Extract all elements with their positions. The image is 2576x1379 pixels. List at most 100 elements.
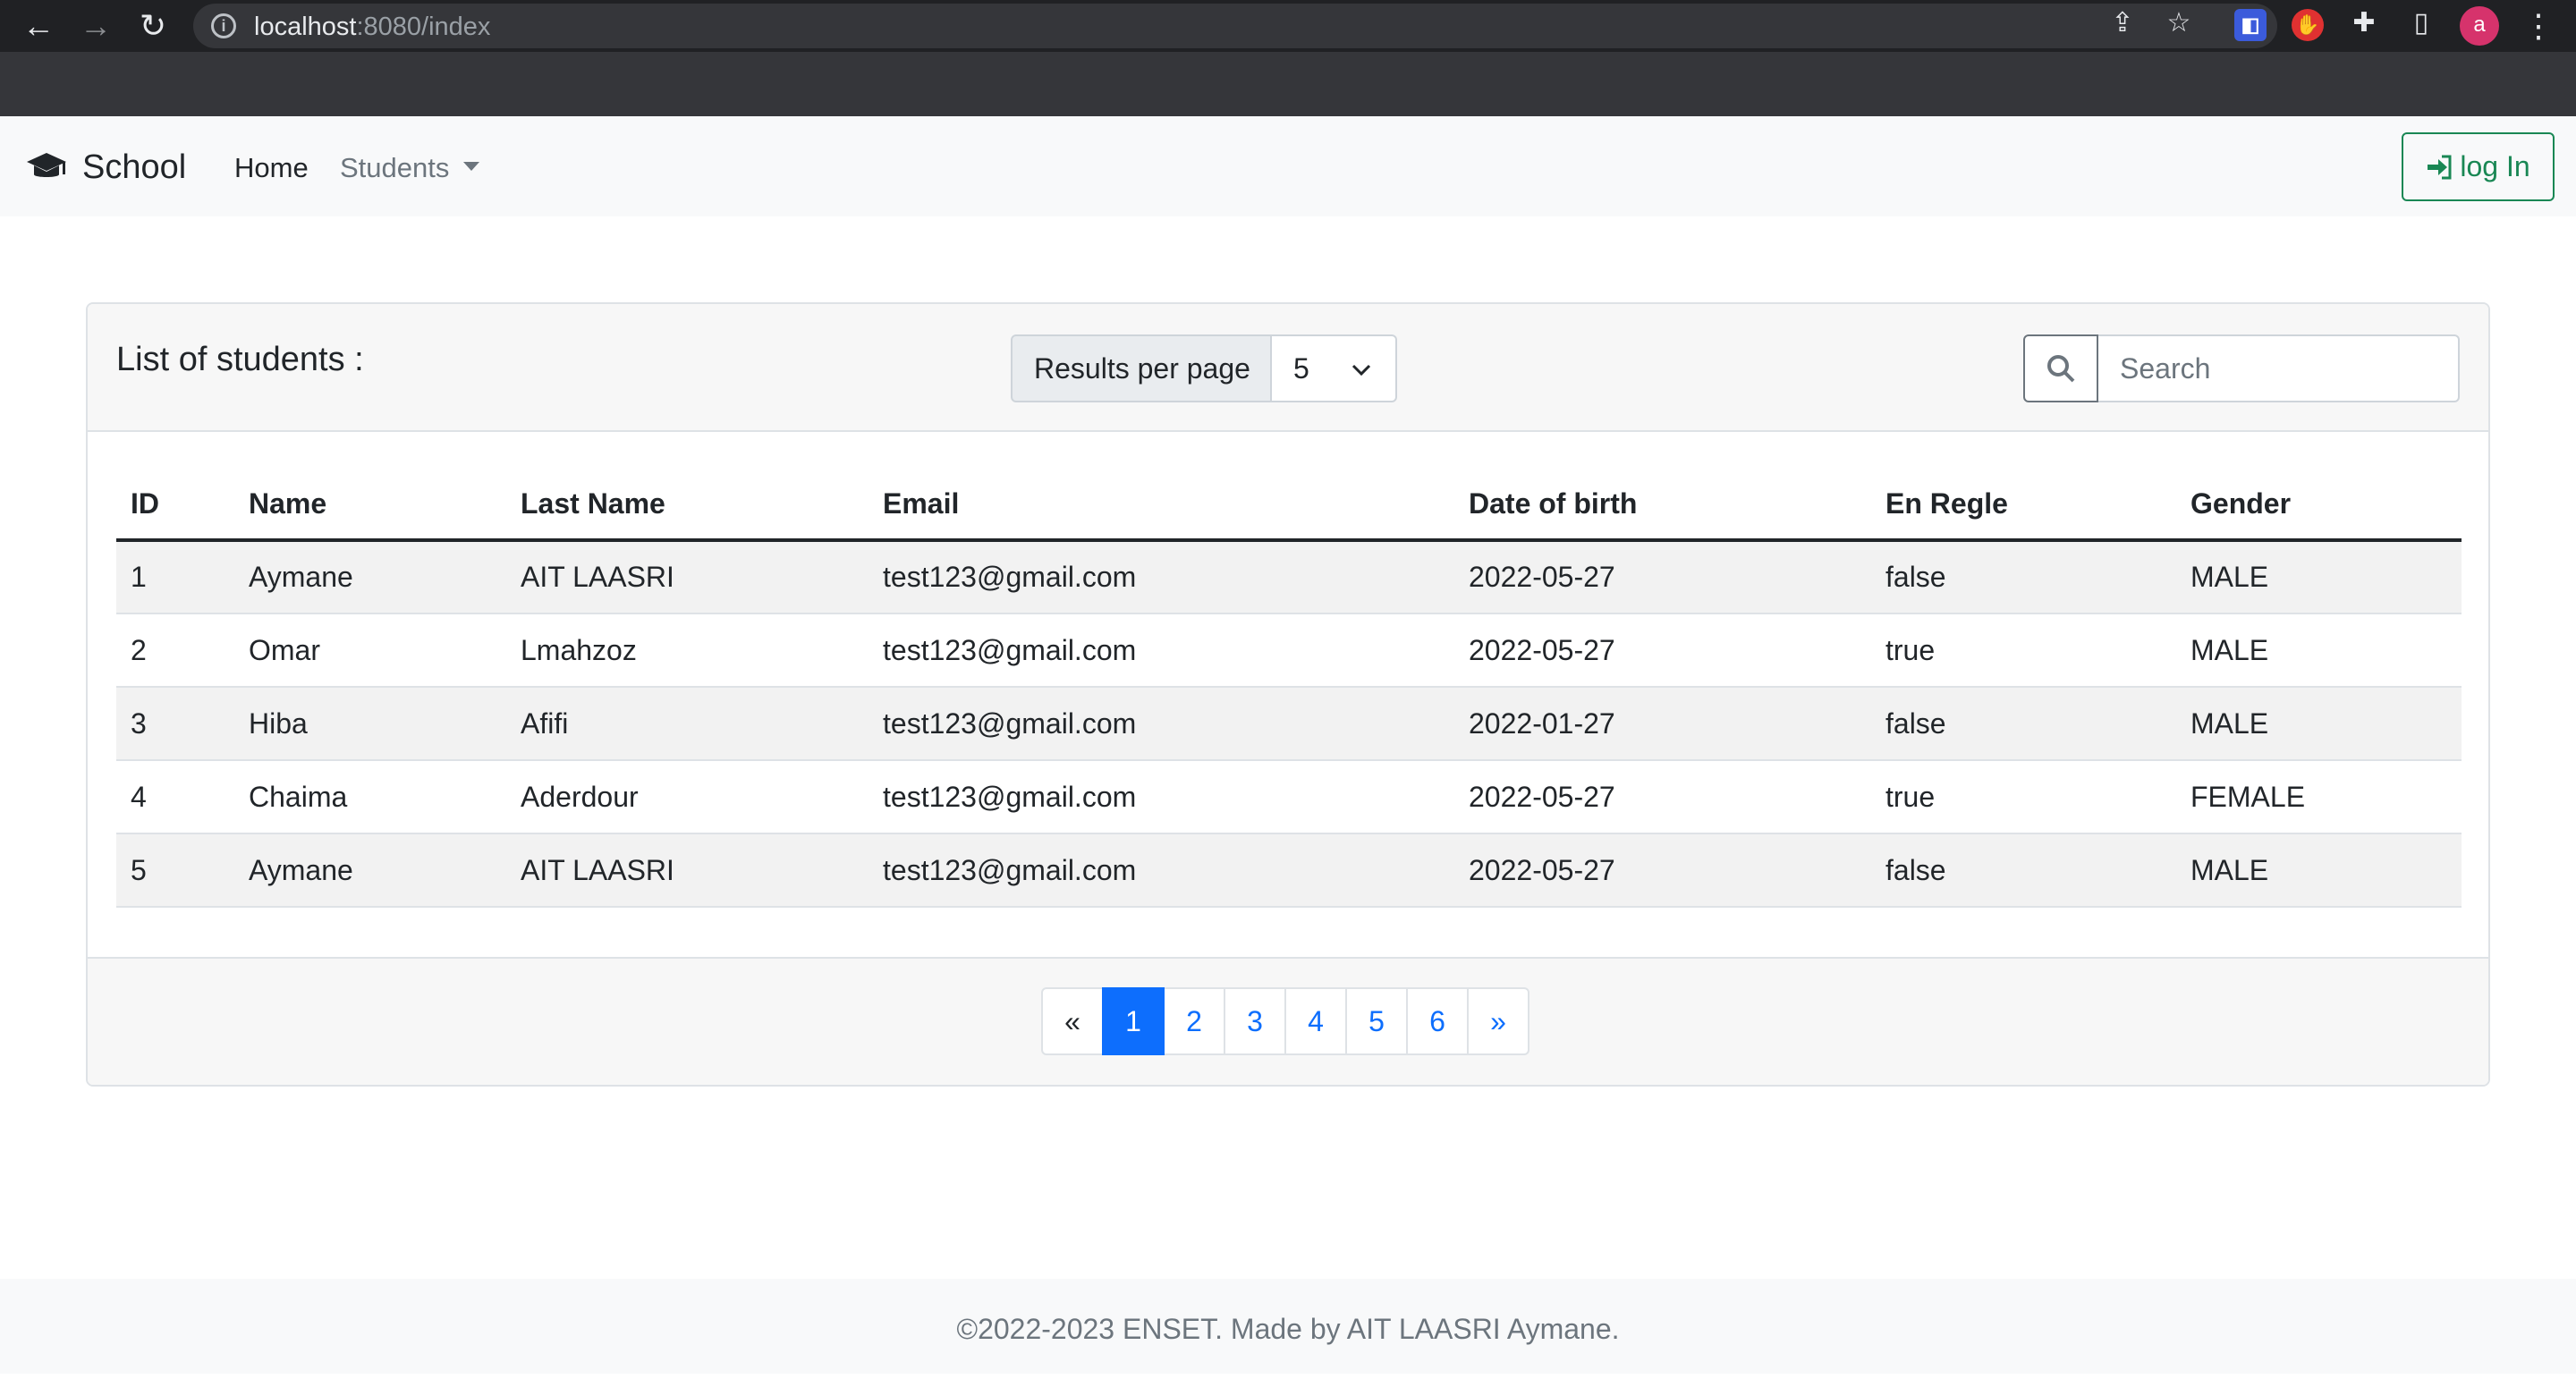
card-header: List of students : Results per page 5 (88, 304, 2488, 432)
address-bar[interactable]: i localhost:8080/index (193, 4, 2277, 48)
column-header: Gender (2176, 469, 2462, 542)
students-table: ID Name Last Name Email Date of birth En… (116, 469, 2462, 908)
results-per-page-group: Results per page 5 (1011, 334, 1397, 402)
profile-avatar[interactable]: a (2460, 6, 2499, 46)
cell-gender: MALE (2176, 687, 2462, 761)
browser-menu-icon[interactable]: ⋮ (2522, 5, 2555, 47)
page-prev-link[interactable]: « (1041, 987, 1104, 1055)
back-arrow-icon[interactable]: ← (18, 5, 59, 47)
column-header: Last Name (506, 469, 869, 542)
bookmark-star-icon[interactable]: ☆ (2164, 8, 2194, 38)
column-header: Name (234, 469, 506, 542)
url-text[interactable]: localhost:8080/index (254, 13, 490, 41)
cell-last-name: AIT LAASRI (506, 540, 869, 614)
chevron-down-icon (1352, 364, 1371, 376)
page-link-6[interactable]: 6 (1406, 987, 1469, 1055)
students-card: List of students : Results per page 5 ID… (86, 302, 2490, 1087)
search-button[interactable] (2023, 334, 2098, 402)
cell-last-name: Lmahzoz (506, 613, 869, 688)
app-navbar: School Home Students log In (0, 116, 2576, 216)
page-link-4[interactable]: 4 (1284, 987, 1347, 1055)
table-row: 2 Omar Lmahzoz test123@gmail.com 2022-05… (116, 613, 2462, 688)
cell-date-of-birth: 2022-05-27 (1454, 540, 1871, 614)
cell-date-of-birth: 2022-05-27 (1454, 760, 1871, 834)
caret-down-icon (463, 161, 480, 171)
cell-email: test123@gmail.com (869, 833, 1454, 908)
cell-date-of-birth: 2022-05-27 (1454, 613, 1871, 688)
page-link-1[interactable]: 1 (1102, 987, 1165, 1055)
login-button[interactable]: log In (2402, 132, 2555, 201)
card-title: List of students : (116, 341, 364, 378)
page-link-3[interactable]: 3 (1224, 987, 1286, 1055)
browser-chrome: ← → ↻ i localhost:8080/index ⇪ ☆ ◧ ✋ ✚ ▯… (0, 0, 2576, 116)
cell-name: Chaima (234, 760, 506, 834)
cell-email: test123@gmail.com (869, 687, 1454, 761)
cell-email: test123@gmail.com (869, 760, 1454, 834)
cell-id: 4 (116, 760, 234, 834)
table-row: 1 Aymane AIT LAASRI test123@gmail.com 20… (116, 540, 2462, 614)
column-header: Email (869, 469, 1454, 542)
brand-link[interactable]: School (25, 143, 186, 191)
cell-date-of-birth: 2022-01-27 (1454, 687, 1871, 761)
nav-students-label: Students (340, 152, 450, 183)
cell-name: Aymane (234, 833, 506, 908)
table-header-row: ID Name Last Name Email Date of birth En… (116, 469, 2462, 542)
cell-gender: MALE (2176, 833, 2462, 908)
cell-last-name: Aderdour (506, 760, 869, 834)
cell-name: Aymane (234, 540, 506, 614)
login-label: log In (2460, 150, 2530, 182)
cell-gender: MALE (2176, 540, 2462, 614)
extensions-puzzle-icon[interactable]: ✚ (2349, 8, 2379, 38)
cell-id: 5 (116, 833, 234, 908)
cell-id: 1 (116, 540, 234, 614)
cell-en-regle: false (1871, 687, 2176, 761)
share-icon[interactable]: ⇪ (2107, 8, 2138, 38)
page-link-2[interactable]: 2 (1163, 987, 1225, 1055)
cell-gender: MALE (2176, 613, 2462, 688)
page-link-5[interactable]: 5 (1345, 987, 1408, 1055)
table-row: 5 Aymane AIT LAASRI test123@gmail.com 20… (116, 833, 2462, 908)
extension-stop-icon[interactable]: ✋ (2292, 9, 2324, 41)
nav-students-dropdown[interactable]: Students (340, 152, 480, 184)
card-footer: « 1 2 3 4 5 6 » (88, 957, 2488, 1085)
cell-name: Hiba (234, 687, 506, 761)
cell-en-regle: true (1871, 760, 2176, 834)
results-per-page-value: 5 (1293, 352, 1309, 385)
cell-en-regle: false (1871, 833, 2176, 908)
cell-email: test123@gmail.com (869, 613, 1454, 688)
cell-gender: FEMALE (2176, 760, 2462, 834)
cell-name: Omar (234, 613, 506, 688)
table-row: 3 Hiba Afifi test123@gmail.com 2022-01-2… (116, 687, 2462, 761)
side-panel-icon[interactable]: ▯ (2406, 8, 2436, 38)
results-per-page-select[interactable]: 5 (1272, 334, 1397, 402)
cell-id: 3 (116, 687, 234, 761)
cell-email: test123@gmail.com (869, 540, 1454, 614)
browser-toolbar: ← → ↻ i localhost:8080/index ⇪ ☆ ◧ ✋ ✚ ▯… (0, 0, 2576, 52)
column-header: En Regle (1871, 469, 2176, 542)
page-footer: ©2022-2023 ENSET. Made by AIT LAASRI Aym… (0, 1279, 2576, 1374)
pagination: « 1 2 3 4 5 6 » (1041, 987, 1530, 1055)
search-input[interactable] (2098, 334, 2460, 402)
table-row: 4 Chaima Aderdour test123@gmail.com 2022… (116, 760, 2462, 834)
cell-id: 2 (116, 613, 234, 688)
reload-icon[interactable]: ↻ (132, 5, 174, 47)
column-header: Date of birth (1454, 469, 1871, 542)
nav-home-link[interactable]: Home (234, 152, 309, 184)
search-icon (2047, 355, 2075, 383)
column-header: ID (116, 469, 234, 542)
search-group (2023, 334, 2460, 402)
cell-date-of-birth: 2022-05-27 (1454, 833, 1871, 908)
sign-in-icon (2428, 155, 2452, 179)
cell-last-name: Afifi (506, 687, 869, 761)
students-table-wrap: ID Name Last Name Email Date of birth En… (116, 469, 2462, 908)
extension-shield-icon[interactable]: ◧ (2234, 9, 2267, 41)
site-info-icon[interactable]: i (211, 13, 236, 38)
copyright-text: ©2022-2023 ENSET. Made by AIT LAASRI Aym… (956, 1313, 1620, 1345)
cell-en-regle: true (1871, 613, 2176, 688)
forward-arrow-icon[interactable]: → (75, 5, 116, 47)
cell-en-regle: false (1871, 540, 2176, 614)
graduation-cap-icon (27, 153, 66, 177)
brand-name: School (82, 148, 187, 186)
page-next-link[interactable]: » (1467, 987, 1530, 1055)
cell-last-name: AIT LAASRI (506, 833, 869, 908)
